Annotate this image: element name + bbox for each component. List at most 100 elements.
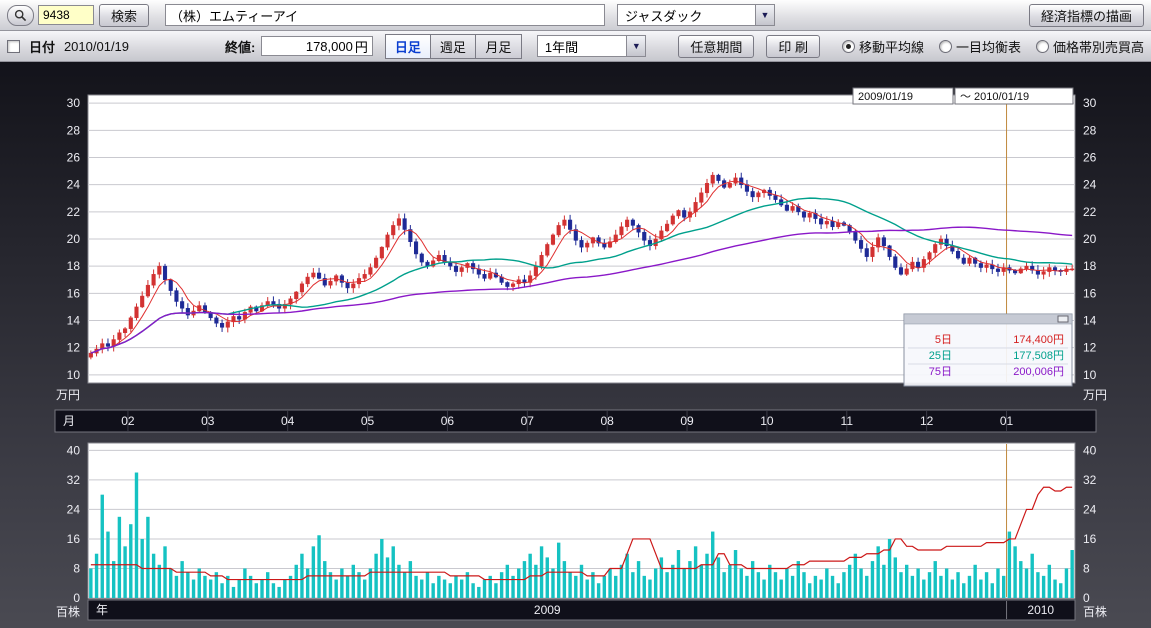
volume-bar xyxy=(740,568,743,598)
volume-bar xyxy=(409,561,412,598)
volume-bar xyxy=(1059,583,1062,598)
candle-body xyxy=(397,219,401,226)
candle-body xyxy=(106,344,110,347)
radio-volume-by-price[interactable]: 価格帯別売買高 xyxy=(1036,37,1144,56)
price-tick-left: 24 xyxy=(67,178,81,192)
candle-body xyxy=(677,210,681,215)
radio-moving-average[interactable]: 移動平均線 xyxy=(842,37,924,56)
volume-bar xyxy=(631,572,634,598)
market-select[interactable]: ジャスダック ▼ xyxy=(617,4,775,26)
month-label: 06 xyxy=(441,414,455,428)
candle-body xyxy=(979,263,983,267)
candle-body xyxy=(523,280,527,283)
candle-body xyxy=(129,318,133,329)
volume-bar xyxy=(951,580,954,598)
volume-bar xyxy=(928,572,931,598)
volume-bar xyxy=(494,583,497,598)
candle-body xyxy=(414,242,418,254)
price-tick-right: 10 xyxy=(1083,368,1097,382)
volume-tick-left: 8 xyxy=(73,561,80,575)
legend-value: 174,400円 xyxy=(1013,334,1064,346)
tab-daily[interactable]: 日足 xyxy=(386,35,431,58)
volume-bar xyxy=(637,561,640,598)
candle-body xyxy=(272,301,276,304)
chevron-down-icon[interactable]: ▼ xyxy=(755,5,774,25)
candle-body xyxy=(757,193,761,197)
candle-body xyxy=(705,183,709,193)
radio-ichimoku[interactable]: 一目均衡表 xyxy=(939,37,1021,56)
period-select[interactable]: 1年間 ▼ xyxy=(537,35,646,57)
volume-bar xyxy=(506,565,509,598)
price-unit-right: 万円 xyxy=(1083,388,1107,402)
volume-unit-left: 百株 xyxy=(56,604,80,619)
legend-minimize-button[interactable] xyxy=(1058,316,1068,322)
price-tick-left: 14 xyxy=(67,314,81,328)
volume-bar xyxy=(580,565,583,598)
tab-weekly[interactable]: 週足 xyxy=(431,35,476,58)
candle-body xyxy=(831,221,835,226)
volume-bar xyxy=(112,561,115,598)
overlay-checkbox[interactable] xyxy=(7,40,20,53)
timeframe-tabs: 日足 週足 月足 xyxy=(385,34,522,59)
volume-bar xyxy=(163,546,166,598)
volume-bar xyxy=(945,568,948,598)
price-tick-right: 20 xyxy=(1083,232,1097,246)
search-icon-button[interactable] xyxy=(7,5,34,26)
volume-tick-right: 24 xyxy=(1083,502,1097,516)
volume-bar xyxy=(272,583,275,598)
price-tick-right: 22 xyxy=(1083,205,1097,219)
chevron-down-icon[interactable]: ▼ xyxy=(626,36,645,56)
candle-body xyxy=(625,220,629,227)
candle-body xyxy=(306,277,310,284)
price-tick-left: 20 xyxy=(67,232,81,246)
candle-body xyxy=(294,292,298,299)
year-axis-header: 年 xyxy=(96,603,108,617)
candle-body xyxy=(808,213,812,217)
economic-indicators-button[interactable]: 経済指標の描画 xyxy=(1029,4,1144,27)
volume-bar xyxy=(397,565,400,598)
legend-value: 177,508円 xyxy=(1013,350,1064,362)
volume-bar xyxy=(734,550,737,598)
candle-body xyxy=(152,274,156,285)
volume-bar xyxy=(334,580,337,598)
volume-bar xyxy=(306,568,309,598)
volume-bar xyxy=(186,572,189,598)
custom-period-button[interactable]: 任意期間 xyxy=(678,35,754,58)
volume-bar xyxy=(192,580,195,598)
legend-period-label: 75日 xyxy=(929,366,952,378)
volume-bar xyxy=(654,568,657,598)
volume-bar xyxy=(922,580,925,598)
volume-bar xyxy=(118,517,121,598)
print-button[interactable]: 印 刷 xyxy=(766,35,820,58)
candle-body xyxy=(363,274,367,278)
candle-body xyxy=(329,281,333,285)
period-select-value: 1年間 xyxy=(538,37,626,56)
volume-unit-right: 百株 xyxy=(1083,604,1107,619)
stock-code-input[interactable] xyxy=(38,5,94,25)
candle-body xyxy=(403,219,407,230)
candle-body xyxy=(226,322,230,327)
volume-bar xyxy=(431,583,434,598)
search-button[interactable]: 検索 xyxy=(99,4,149,27)
volume-bar xyxy=(1013,546,1016,598)
candle-body xyxy=(391,225,395,235)
candle-body xyxy=(637,225,641,232)
volume-bar xyxy=(1019,561,1022,598)
volume-bar xyxy=(500,572,503,598)
candle-body xyxy=(380,247,384,258)
price-tick-right: 12 xyxy=(1083,341,1097,355)
company-name-input[interactable] xyxy=(165,4,605,26)
volume-tick-right: 40 xyxy=(1083,443,1097,457)
volume-bar xyxy=(237,580,240,598)
price-tick-right: 18 xyxy=(1083,259,1097,273)
tab-monthly[interactable]: 月足 xyxy=(476,35,521,58)
month-label: 07 xyxy=(521,414,535,428)
volume-bar xyxy=(517,568,520,598)
volume-bar xyxy=(859,568,862,598)
candle-body xyxy=(374,258,378,268)
candle-body xyxy=(140,296,144,307)
volume-bar xyxy=(209,580,212,598)
volume-bar xyxy=(346,576,349,598)
volume-bar xyxy=(665,572,668,598)
volume-bar xyxy=(557,543,560,598)
